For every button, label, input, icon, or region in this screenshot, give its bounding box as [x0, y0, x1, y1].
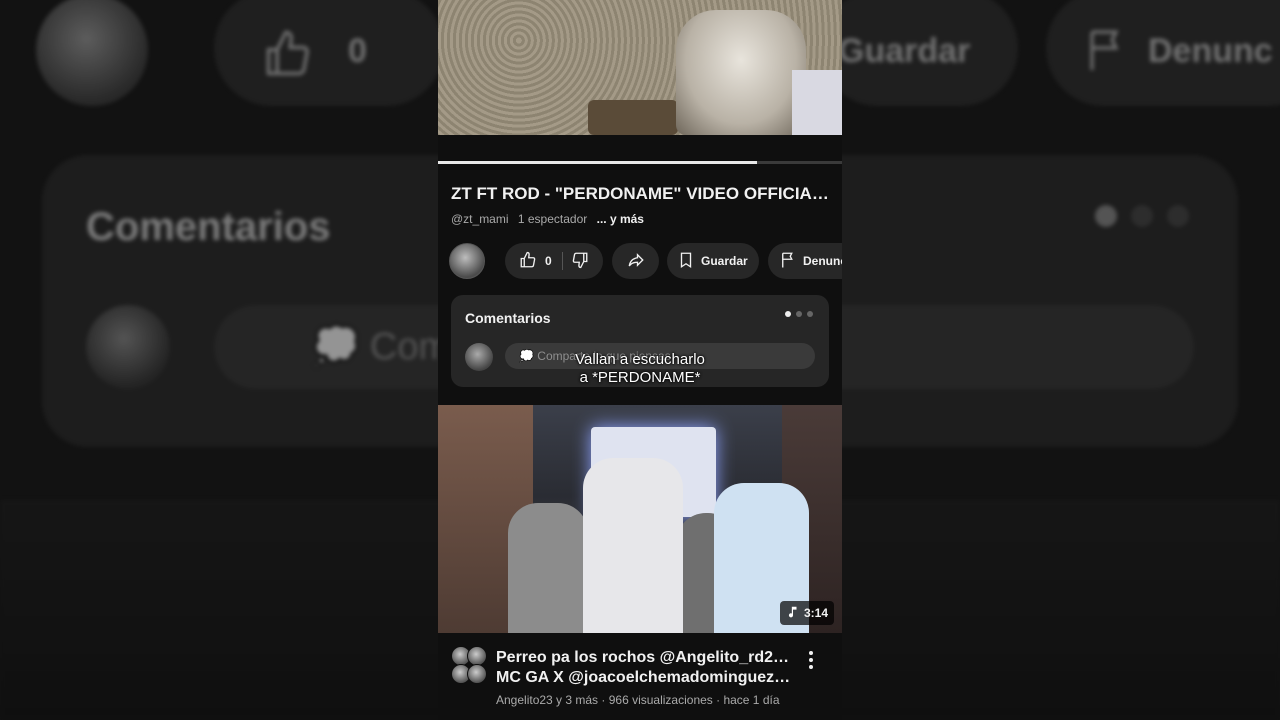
bg-like-count: 0: [348, 32, 367, 70]
overlay-caption: Vallan a escucharlo a *PERDONAME*: [438, 351, 842, 387]
page-dot: [796, 311, 802, 317]
bg-comment-avatar: [86, 305, 170, 389]
like-dislike-group: 0: [505, 243, 603, 279]
shorts-player: ZT FT ROD - "PERDONAME" VIDEO OFFICIAL .…: [438, 0, 842, 720]
video-meta: @zt_mami 1 espectador ... y más: [451, 212, 650, 226]
recommended-title-line: MC GA X @joacoelchemadominguez1...: [496, 669, 792, 686]
avatar: [467, 646, 487, 666]
bg-like-pill: [214, 0, 444, 106]
bg-thumb-up-icon: [262, 28, 314, 89]
share-icon: [627, 251, 645, 272]
video-object: [588, 100, 678, 135]
bg-dot: [1131, 205, 1153, 227]
save-button[interactable]: Guardar: [667, 243, 759, 279]
like-divider: [561, 252, 563, 270]
caption-line: a *PERDONAME*: [579, 369, 701, 386]
thumb-person: [583, 458, 683, 633]
video-frame[interactable]: [438, 0, 842, 135]
recommended-meta: Angelito23 y 3 más · 966 visualizaciones…: [496, 693, 780, 707]
thumb-person: [508, 503, 588, 633]
thumb-down-icon[interactable]: [571, 251, 589, 272]
bookmark-icon: [677, 251, 695, 272]
video-gap: [438, 135, 842, 161]
action-row: 0 Guardar Denunc: [438, 243, 842, 280]
duration-badge: 3:14: [779, 601, 834, 625]
more-link[interactable]: ... y más: [597, 212, 644, 226]
bg-comments-title: Comentarios: [86, 205, 331, 249]
bg-dot: [1095, 205, 1117, 227]
kebab-dot: [809, 665, 813, 669]
kebab-dot: [809, 658, 813, 662]
viewer-count: 1 espectador: [517, 212, 588, 226]
avatar: [467, 664, 487, 684]
page-dot: [785, 311, 791, 317]
page-indicator: [785, 311, 813, 317]
bg-channel-avatar: [36, 0, 148, 106]
video-title[interactable]: ZT FT ROD - "PERDONAME" VIDEO OFFICIAL .…: [451, 184, 831, 204]
like-count: 0: [545, 254, 552, 268]
channel-handle[interactable]: @zt_mami: [451, 212, 509, 226]
bg-report-label: Denunc: [1148, 32, 1273, 70]
progress-fill: [438, 161, 758, 164]
save-label: Guardar: [701, 254, 748, 268]
caption-line: Vallan a escucharlo: [575, 351, 705, 368]
collab-avatars[interactable]: [451, 646, 487, 686]
page-dot: [807, 311, 813, 317]
duration-text: 3:14: [803, 606, 828, 620]
channel-avatar[interactable]: [449, 243, 485, 279]
progress-bar[interactable]: [438, 161, 842, 164]
bg-save-label: Guardar: [838, 32, 971, 70]
thumb-up-icon[interactable]: [519, 251, 537, 272]
share-button[interactable]: [612, 243, 659, 279]
bg-flag-icon: [1082, 24, 1130, 85]
report-label: Denunc: [803, 254, 842, 268]
kebab-dot: [809, 651, 813, 655]
recommended-title-line: Perreo pa los rochos @Angelito_rd23 X: [496, 649, 792, 666]
more-vert-icon[interactable]: [802, 648, 820, 672]
comments-title: Comentarios: [465, 310, 551, 326]
bg-speech-bubble-icon: 💭: [312, 326, 360, 368]
recommended-title[interactable]: Perreo pa los rochos @Angelito_rd23 X MC…: [496, 648, 792, 688]
flag-icon: [779, 251, 797, 272]
music-note-icon: [786, 605, 804, 622]
recommended-thumbnail[interactable]: 3:14: [438, 405, 842, 633]
video-bed: [792, 70, 842, 135]
report-button[interactable]: Denunc: [768, 243, 842, 279]
bg-dot: [1167, 205, 1189, 227]
video-person: [676, 10, 806, 135]
